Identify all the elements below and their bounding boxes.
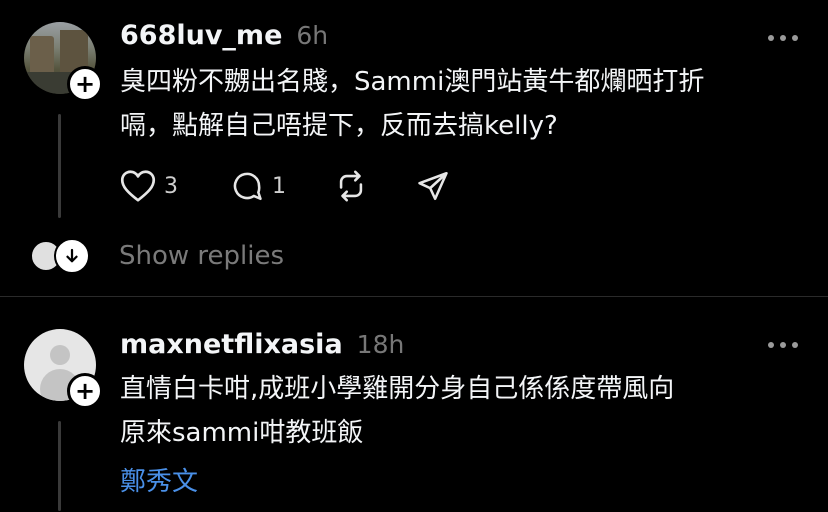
more-icon[interactable] bbox=[768, 341, 798, 349]
like-button[interactable]: 3 bbox=[120, 169, 230, 203]
reply-button[interactable]: 1 bbox=[230, 169, 334, 203]
thread-line bbox=[58, 421, 61, 511]
follow-plus-icon[interactable]: + bbox=[67, 66, 103, 102]
mention-link[interactable]: 鄭秀文 bbox=[120, 461, 198, 498]
post-body-line: 臭四粉不嬲出名賤，Sammi澳門站黃牛都爛晒打折 bbox=[120, 67, 705, 97]
post-body: 直情白卡咁,成班小學雞開分身自己係係度帶風向 原來sammi咁教班飯 bbox=[120, 367, 800, 455]
timestamp: 18h bbox=[356, 330, 405, 359]
action-bar: 3 1 bbox=[120, 166, 450, 206]
post-header: maxnetflixasia 18h bbox=[120, 329, 404, 360]
timestamp: 6h bbox=[296, 21, 329, 50]
reply-post: + 668luv_me 6h 臭四粉不嬲出名賤，Sammi澳門站黃牛都爛晒打折 … bbox=[0, 0, 828, 296]
reply-count: 1 bbox=[272, 173, 286, 199]
username[interactable]: maxnetflixasia bbox=[120, 329, 343, 360]
post-body-line: 嗝，點解自己唔提下，反而去搞kelly? bbox=[120, 111, 558, 141]
more-icon[interactable] bbox=[768, 34, 798, 42]
avatar-photo-building bbox=[30, 36, 54, 76]
post-header: 668luv_me 6h bbox=[120, 20, 328, 51]
post-body: 臭四粉不嬲出名賤，Sammi澳門站黃牛都爛晒打折 嗝，點解自己唔提下，反而去搞k… bbox=[120, 60, 800, 148]
send-icon bbox=[418, 171, 448, 201]
like-count: 3 bbox=[164, 173, 178, 199]
username[interactable]: 668luv_me bbox=[120, 20, 282, 51]
show-replies-button[interactable]: Show replies bbox=[28, 238, 284, 274]
reply-post: + maxnetflixasia 18h 直情白卡咁,成班小學雞開分身自己係係度… bbox=[0, 296, 828, 512]
repost-button[interactable] bbox=[334, 169, 416, 203]
follow-plus-icon[interactable]: + bbox=[67, 373, 103, 409]
heart-icon bbox=[120, 170, 156, 202]
share-button[interactable] bbox=[416, 169, 450, 203]
repost-icon bbox=[339, 170, 363, 202]
comment-icon bbox=[233, 172, 262, 201]
post-body-line: 直情白卡咁,成班小學雞開分身自己係係度帶風向 bbox=[120, 374, 675, 404]
thread-line bbox=[58, 114, 61, 218]
thread-screen: + 668luv_me 6h 臭四粉不嬲出名賤，Sammi澳門站黃牛都爛晒打折 … bbox=[0, 0, 828, 512]
arrow-down-icon bbox=[54, 238, 90, 274]
post-body-line: 原來sammi咁教班飯 bbox=[120, 418, 364, 448]
show-replies-label: Show replies bbox=[119, 241, 285, 271]
default-avatar-head bbox=[50, 345, 70, 365]
reply-avatars bbox=[28, 238, 94, 274]
